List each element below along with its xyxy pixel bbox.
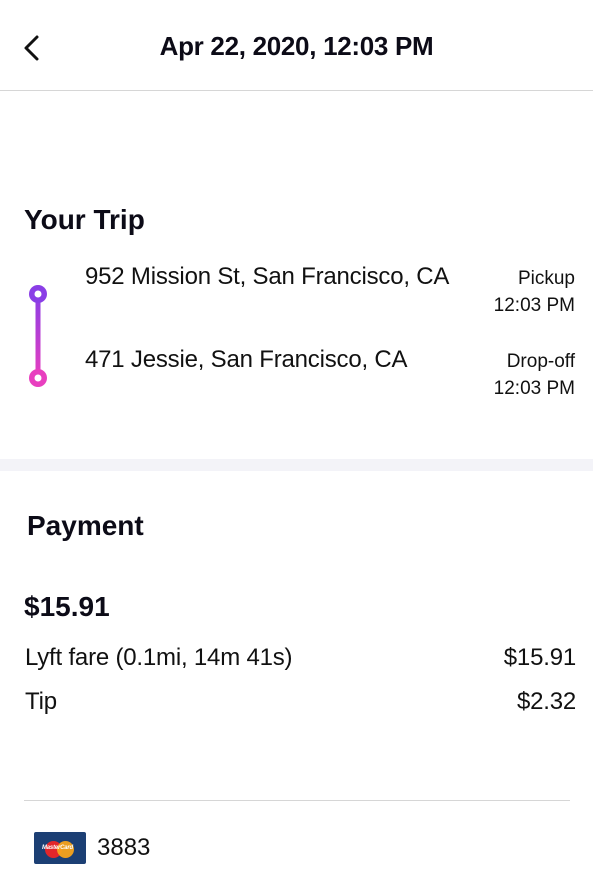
fare-line: Lyft fare (0.1mi, 14m 41s) $15.91	[25, 644, 576, 672]
tip-line: Tip $2.32	[25, 688, 576, 716]
section-divider	[0, 459, 593, 471]
pickup-meta: Pickup 12:03 PM	[494, 265, 575, 319]
top-bar: Apr 22, 2020, 12:03 PM	[0, 0, 593, 91]
pickup-address: 952 Mission St, San Francisco, CA	[85, 263, 450, 290]
dropoff-label: Drop-off	[506, 351, 575, 372]
payment-divider	[24, 800, 570, 801]
payment-method[interactable]: MasterCard 3883	[34, 832, 150, 864]
tip-amount: $2.32	[516, 688, 576, 715]
tip-label: Tip	[25, 688, 57, 715]
fare-label: Lyft fare (0.1mi, 14m 41s)	[25, 644, 293, 671]
pickup-time: 12:03 PM	[493, 295, 575, 316]
fare-amount: $15.91	[503, 644, 576, 671]
dropoff-meta: Drop-off 12:03 PM	[494, 348, 575, 402]
dropoff-time: 12:03 PM	[493, 378, 575, 399]
page-title: Apr 22, 2020, 12:03 PM	[159, 31, 434, 61]
mastercard-icon: MasterCard	[34, 832, 86, 864]
card-brand: MasterCard	[42, 845, 74, 851]
trip-section-title: Your Trip	[24, 204, 145, 235]
payment-total: $15.91	[24, 591, 110, 622]
card-last4: 3883	[97, 834, 151, 861]
payment-section-title: Payment	[27, 510, 144, 541]
route-line-icon	[29, 285, 47, 387]
pickup-label: Pickup	[517, 268, 575, 289]
dropoff-address: 471 Jessie, San Francisco, CA	[85, 346, 408, 373]
